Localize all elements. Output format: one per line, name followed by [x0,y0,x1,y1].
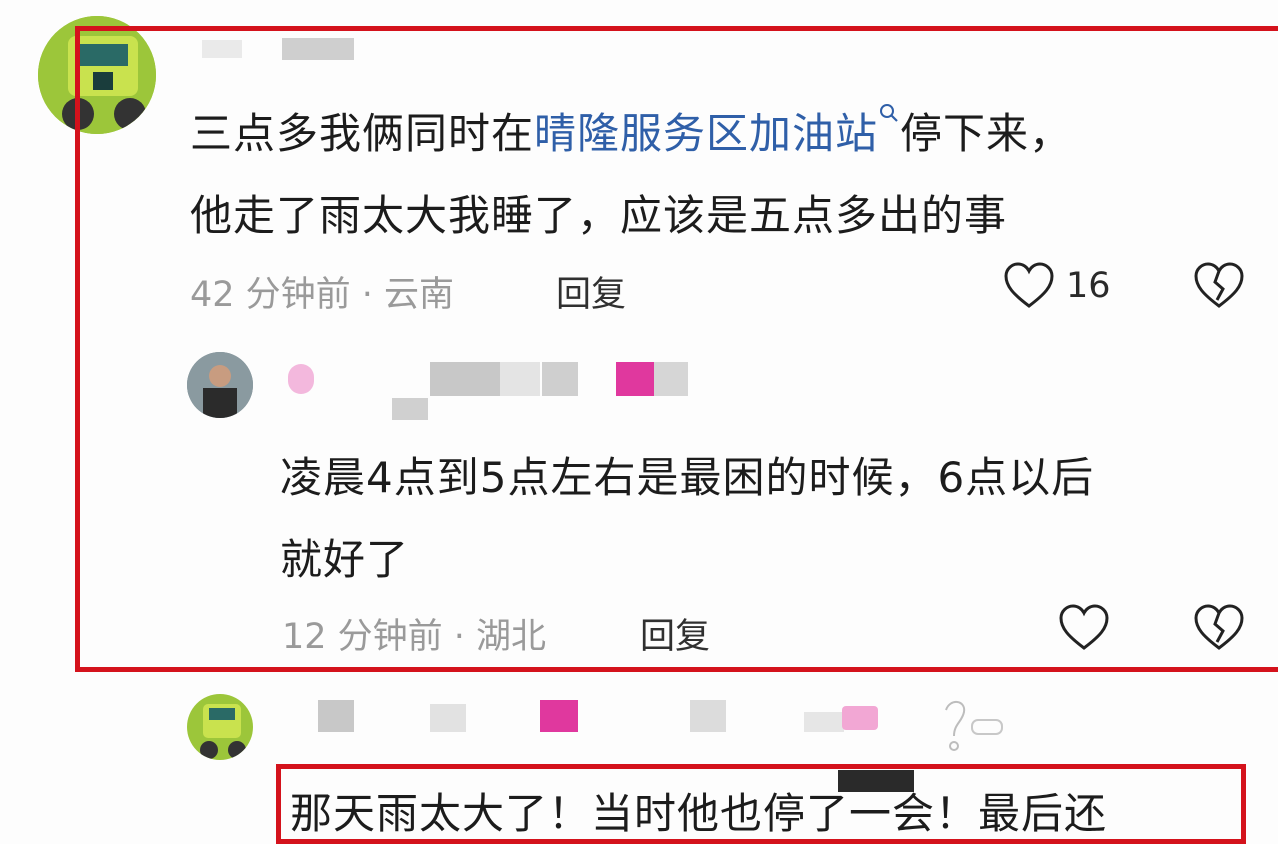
username-blurred [540,700,578,732]
username-blurred [542,362,578,396]
next-comment-text: 那天雨太大了！当时他也停了一会！最后还 [290,789,1108,838]
reply-time-location: 12 分钟前 · 湖北 [282,617,547,657]
comment-text-line2: 他走了雨太大我睡了，应该是五点多出的事 [190,191,1008,240]
username-blurred [430,362,500,396]
dislike-icon[interactable] [1193,604,1245,652]
comment-text: 三点多我俩同时在 [190,109,535,158]
decorative-sticker [926,696,1016,760]
username-blurred [202,40,242,58]
reply-text-line1: 凌晨4点到5点左右是最困的时候，6点以后 [280,453,1095,502]
reply-text-line2: 就好了 [280,535,410,584]
username-blurred [842,706,878,730]
comment-time-location: 42 分钟前 · 云南 [190,275,455,315]
comment-text-line1: 三点多我俩同时在晴隆服务区加油站 停下来， [190,100,1072,161]
username-blurred [318,700,354,732]
like-icon[interactable] [1003,262,1055,310]
username-blurred [690,700,726,732]
search-icon[interactable] [878,102,900,124]
username-blurred [616,362,654,396]
username-blurred [804,712,844,732]
username-blurred [500,362,540,396]
comment-text: 停下来， [900,109,1073,158]
like-count: 16 [1066,266,1111,306]
dislike-icon[interactable] [1193,262,1245,310]
username-blurred [392,398,428,420]
reply-avatar[interactable] [187,352,253,418]
username-blurred [282,38,354,60]
username-blurred [288,364,314,394]
like-icon[interactable] [1058,604,1110,652]
reply-button[interactable]: 回复 [556,266,626,317]
reply-button[interactable]: 回复 [640,608,710,659]
username-blurred [430,704,466,732]
username-blurred [654,362,688,396]
location-link[interactable]: 晴隆服务区加油站 [534,109,878,158]
next-avatar[interactable] [187,694,253,760]
